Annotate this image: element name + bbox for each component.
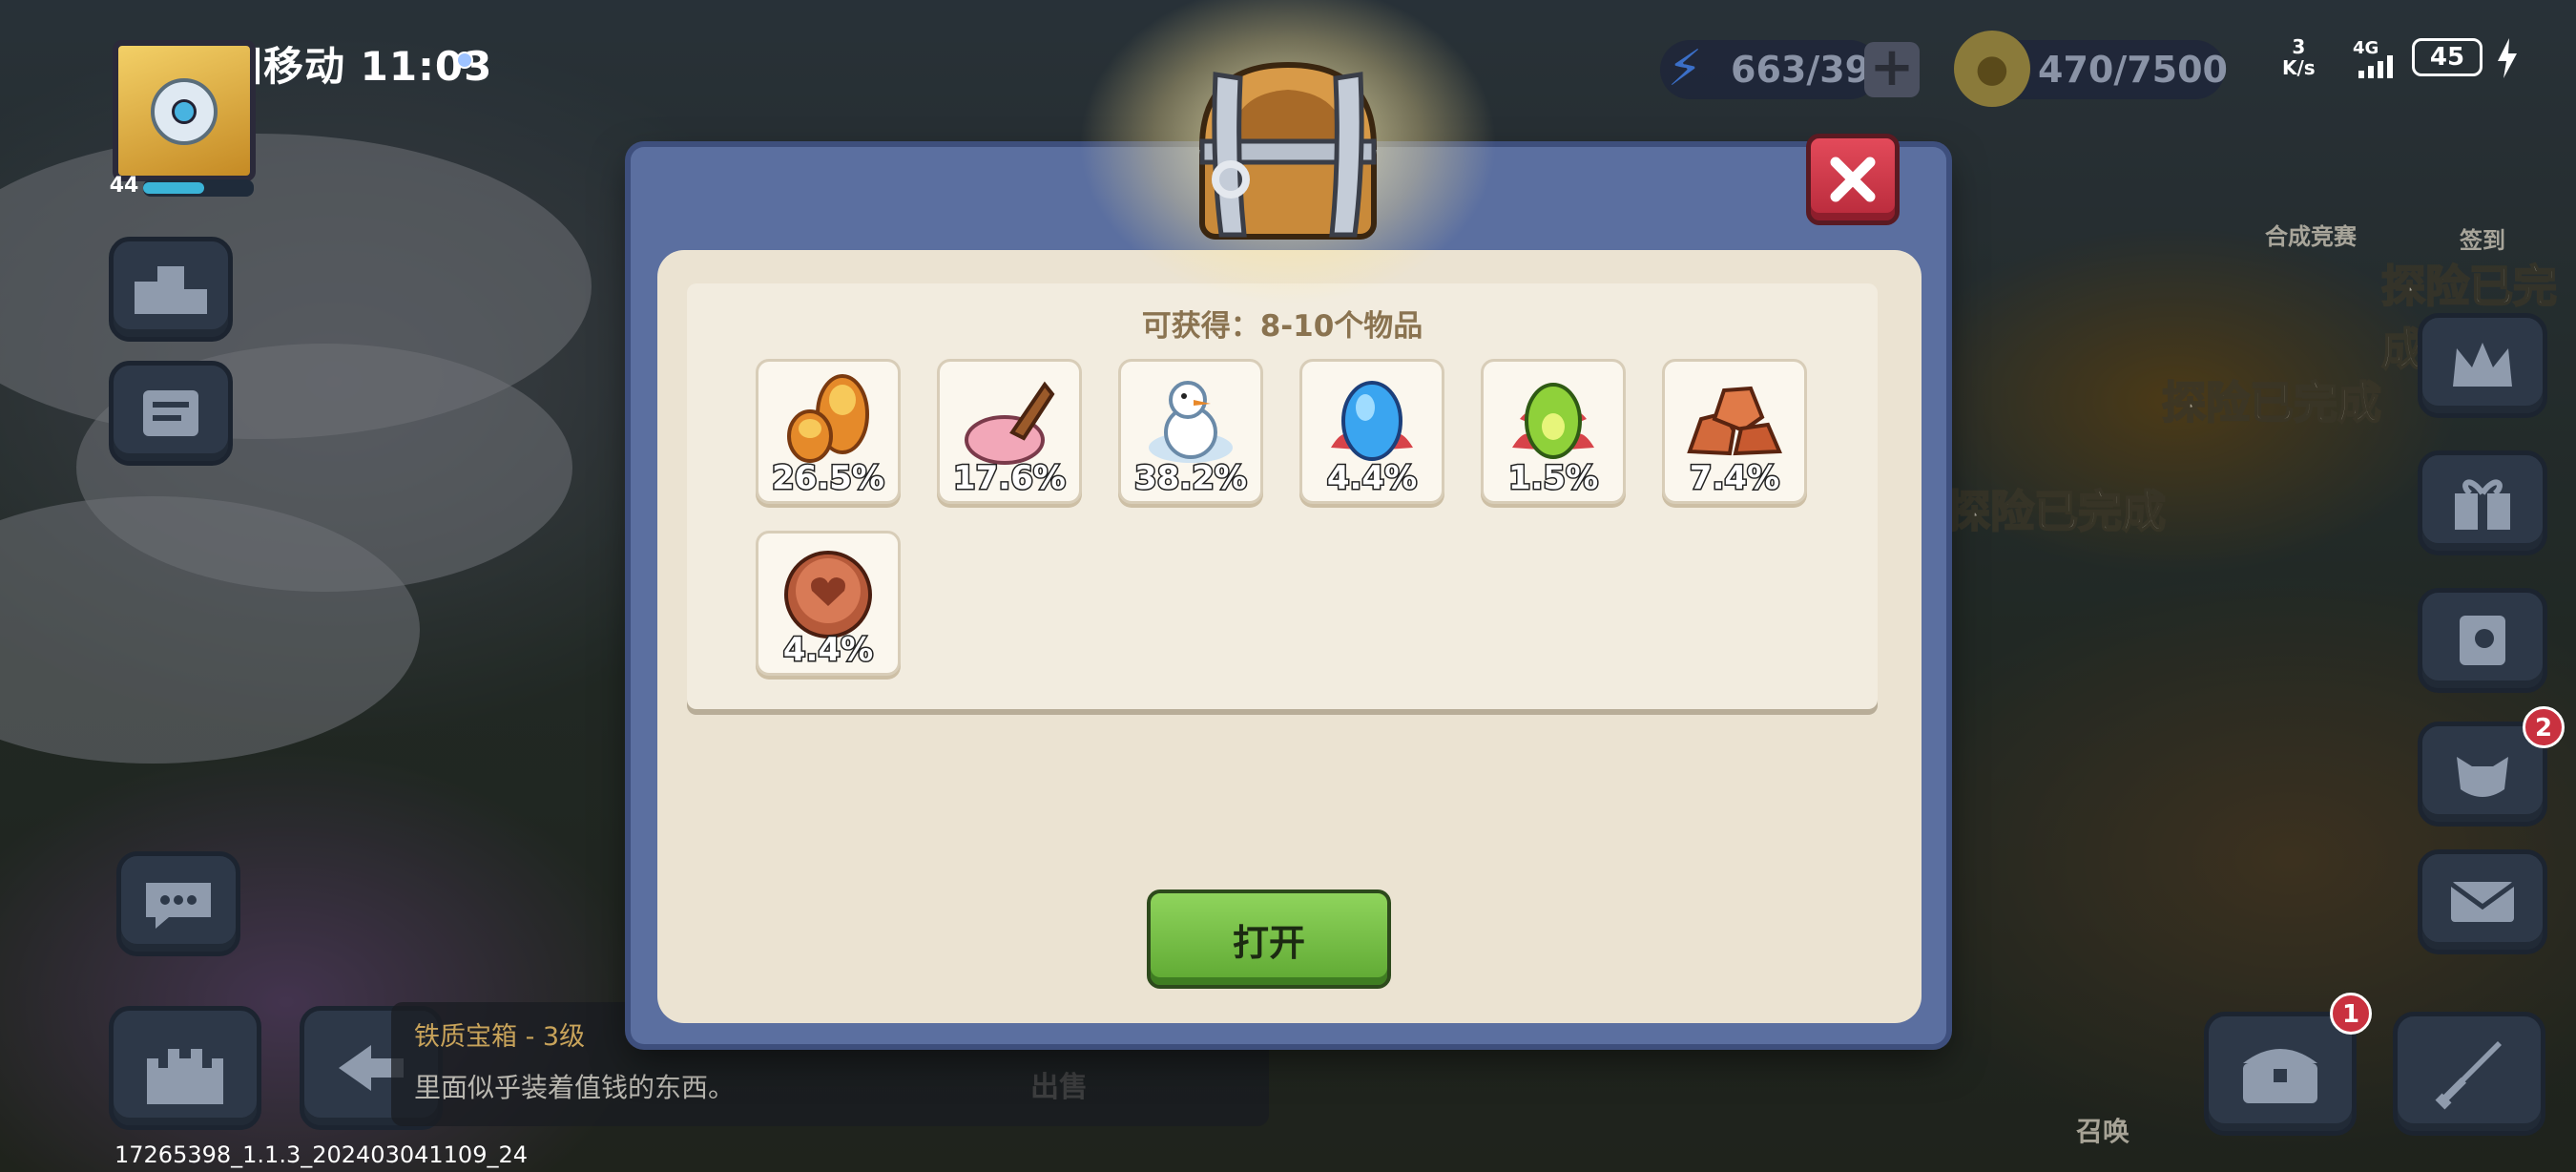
item-percent: 1.5% xyxy=(1506,458,1599,499)
player-avatar[interactable] xyxy=(113,40,256,181)
selected-item-title: 铁质宝箱 - 3级 xyxy=(414,1022,586,1052)
book-icon xyxy=(2460,616,2505,665)
reward-item-card[interactable]: 4.4% xyxy=(1299,359,1444,504)
envelope-icon xyxy=(2449,881,2516,922)
reward-item-card[interactable]: 38.2% xyxy=(1118,359,1263,504)
podium-icon xyxy=(135,266,207,314)
player-level-badge: 44 xyxy=(109,174,139,198)
net-speed: 3 K/s xyxy=(2282,36,2316,78)
close-modal-button[interactable] xyxy=(1806,134,1900,225)
energy-bar[interactable]: ⚡ 663/393 xyxy=(1660,40,1896,99)
item-percent: 4.4% xyxy=(781,630,874,671)
summon-label: 召唤 xyxy=(2076,1116,2130,1147)
blue-egg-icon xyxy=(1331,381,1413,461)
item-percent: 4.4% xyxy=(1325,458,1418,499)
close-icon xyxy=(1830,157,1876,202)
reward-item-card[interactable]: 4.4% xyxy=(756,531,901,676)
selected-item-description: 里面似乎装着值钱的东西。 xyxy=(414,1072,736,1103)
gift-icon xyxy=(2455,479,2510,530)
heart-coin-icon xyxy=(784,551,872,638)
mail-button[interactable] xyxy=(2418,849,2547,954)
xp-bar-fill xyxy=(143,182,204,194)
item-percent: 7.4% xyxy=(1688,458,1780,499)
merge-contest-label: 合成竞赛 xyxy=(2265,223,2357,250)
expedition-complete-label: 探险已完成 xyxy=(1945,485,2167,538)
reward-item-card[interactable]: 1.5% xyxy=(1481,359,1626,504)
green-egg-icon xyxy=(1512,383,1594,459)
castle-icon xyxy=(147,1049,223,1104)
item-percent: 17.6% xyxy=(952,458,1068,499)
battle-button[interactable] xyxy=(2393,1012,2545,1136)
snowman-icon xyxy=(1149,381,1233,463)
orange-crystals-icon xyxy=(787,374,869,463)
monster-face-icon xyxy=(2457,757,2508,797)
expedition-complete-label: 探险已完成 xyxy=(2161,376,2382,429)
item-percent: 26.5% xyxy=(771,458,886,499)
copper-ore-icon xyxy=(1687,386,1782,456)
signal-icon xyxy=(2358,55,2393,78)
add-energy-button[interactable]: + xyxy=(1864,41,1920,97)
item-percent: 38.2% xyxy=(1133,458,1249,499)
ice-cream-icon xyxy=(965,381,1055,465)
open-chest-button[interactable]: 打开 xyxy=(1147,889,1391,989)
net-speed-value: 3 xyxy=(2292,35,2306,58)
crown-icon xyxy=(2453,343,2512,387)
battery-indicator: 45 xyxy=(2412,38,2483,76)
build-id: 17265398_1.1.3_202403041109_24 xyxy=(114,1141,528,1168)
leaderboard-button[interactable] xyxy=(109,237,233,342)
iron-chest-icon xyxy=(1198,61,1378,240)
charging-icon xyxy=(2498,38,2517,78)
checkin-label: 签到 xyxy=(2460,227,2505,254)
coin-icon: ● xyxy=(1954,31,2030,107)
chat-button[interactable] xyxy=(116,851,240,956)
sword-icon xyxy=(2435,1041,2502,1110)
chest-inventory-button[interactable] xyxy=(2204,1012,2357,1136)
xp-bar xyxy=(143,179,254,197)
gift-button[interactable] xyxy=(2418,450,2547,555)
lightning-icon: ⚡ xyxy=(1667,40,1703,97)
monster-badge: 2 xyxy=(2523,706,2565,748)
chat-bubble-icon xyxy=(146,883,211,929)
net-speed-unit: K/s xyxy=(2282,56,2316,79)
coins-value: 470/7500 xyxy=(2038,49,2228,91)
reward-item-card[interactable]: 17.6% xyxy=(937,359,1082,504)
status-indicator-icon xyxy=(456,52,473,69)
reward-item-card[interactable]: 7.4% xyxy=(1662,359,1807,504)
coins-bar: ● 470/7500 xyxy=(1954,31,2228,107)
castle-button[interactable] xyxy=(109,1006,261,1130)
chest-icon xyxy=(2243,1049,2317,1103)
yield-text: 可获得：8-10个物品 xyxy=(1141,309,1423,344)
avatar-face-icon xyxy=(151,78,218,145)
quest-log-button[interactable] xyxy=(109,361,233,466)
reward-item-card[interactable]: 26.5% xyxy=(756,359,901,504)
vip-button[interactable] xyxy=(2418,313,2547,418)
chest-badge: 1 xyxy=(2330,993,2372,1035)
scroll-icon xyxy=(143,390,198,436)
book-button[interactable] xyxy=(2418,588,2547,693)
